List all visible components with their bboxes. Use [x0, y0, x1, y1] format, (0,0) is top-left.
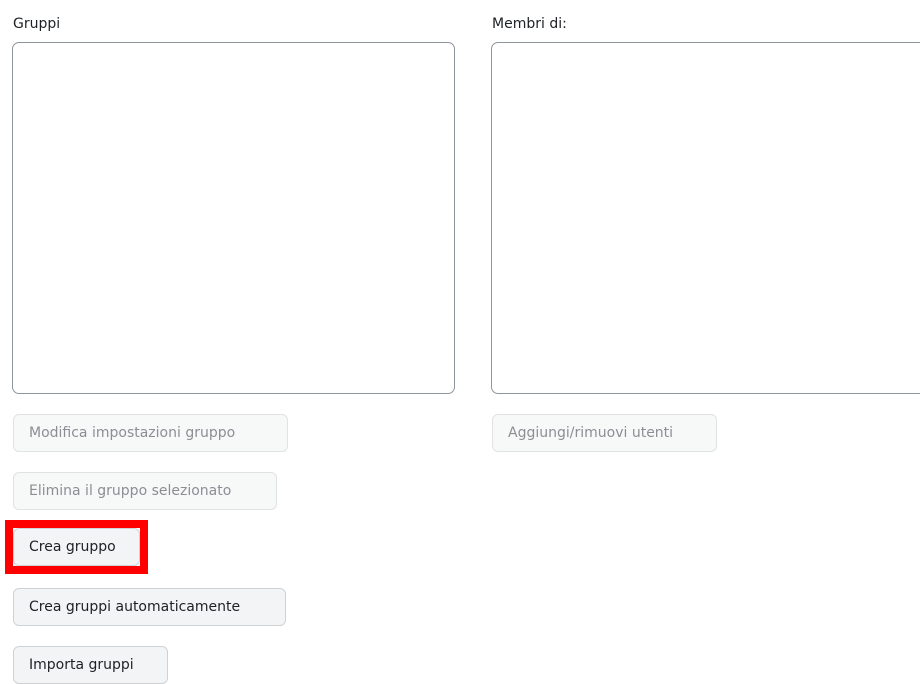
- groups-listbox[interactable]: [12, 42, 455, 394]
- members-label: Membri di:: [492, 16, 567, 32]
- groups-label: Gruppi: [13, 16, 61, 32]
- edit-group-settings-button[interactable]: Modifica impostazioni gruppo: [13, 414, 288, 452]
- add-remove-users-button[interactable]: Aggiungi/rimuovi utenti: [492, 414, 717, 452]
- members-listbox[interactable]: [491, 42, 920, 394]
- create-group-button[interactable]: Crea gruppo: [13, 528, 140, 566]
- delete-selected-group-button[interactable]: Elimina il gruppo selezionato: [13, 472, 277, 510]
- auto-create-groups-button[interactable]: Crea gruppi automaticamente: [13, 588, 286, 626]
- import-groups-button[interactable]: Importa gruppi: [13, 646, 168, 684]
